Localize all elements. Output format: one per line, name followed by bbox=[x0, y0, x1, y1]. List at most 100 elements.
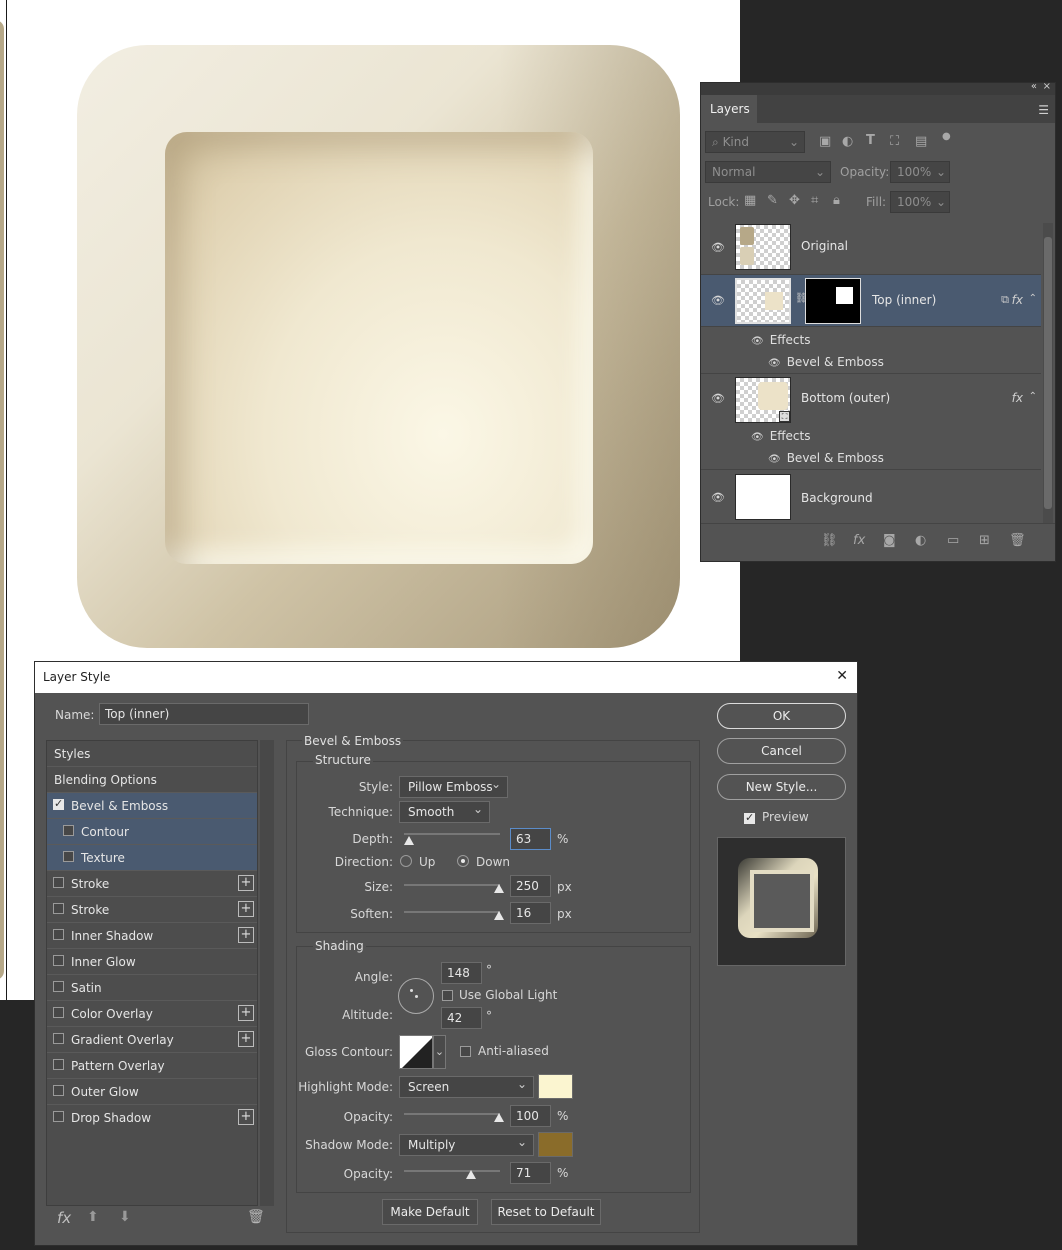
filter-pixel-icon[interactable]: ▣ bbox=[819, 134, 831, 149]
bevel-emboss-checkbox[interactable] bbox=[53, 797, 64, 810]
effects-row[interactable]: 👁︎ Effects bbox=[751, 429, 811, 443]
move-up-icon[interactable]: ⬆ bbox=[87, 1209, 99, 1225]
filter-shape-icon[interactable]: ⛶ bbox=[890, 134, 899, 149]
stroke-item[interactable]: Stroke + bbox=[47, 897, 257, 923]
depth-input[interactable]: 63 bbox=[510, 828, 551, 850]
trash-icon[interactable]: 🗑︎ bbox=[247, 1209, 265, 1225]
altitude-input[interactable]: 42 bbox=[441, 1007, 482, 1029]
inner-glow-item[interactable]: Inner Glow bbox=[47, 949, 257, 975]
chevron-down-icon[interactable]: ⌄ bbox=[433, 1035, 446, 1069]
close-icon[interactable]: ✕ bbox=[836, 668, 848, 684]
styles-list-scrollbar[interactable] bbox=[260, 740, 274, 1206]
stroke-item[interactable]: Stroke + bbox=[47, 871, 257, 897]
visibility-eye-icon[interactable]: 👁︎ bbox=[751, 432, 764, 443]
gloss-contour-picker[interactable] bbox=[399, 1035, 433, 1069]
satin-checkbox[interactable] bbox=[53, 981, 64, 992]
fill-input[interactable]: 100% ⌄ bbox=[890, 191, 950, 213]
highlight-mode-select[interactable]: Screen bbox=[399, 1076, 534, 1098]
add-gradient-overlay-button[interactable]: + bbox=[238, 1031, 254, 1047]
styles-header[interactable]: Styles bbox=[47, 741, 257, 767]
reset-to-default-button[interactable]: Reset to Default bbox=[491, 1199, 601, 1225]
effects-row[interactable]: 👁︎ Effects bbox=[751, 333, 811, 347]
technique-select[interactable]: Smooth bbox=[399, 801, 490, 823]
fx-icon[interactable]: fx bbox=[1012, 391, 1023, 405]
pattern-overlay-checkbox[interactable] bbox=[53, 1059, 64, 1070]
soften-slider[interactable] bbox=[404, 911, 500, 913]
add-mask-icon[interactable]: ◙ bbox=[883, 533, 896, 548]
outer-glow-item[interactable]: Outer Glow bbox=[47, 1079, 257, 1105]
make-default-button[interactable]: Make Default bbox=[382, 1199, 478, 1225]
effect-row[interactable]: 👁︎ Bevel & Emboss bbox=[768, 355, 884, 369]
anti-aliased-checkbox[interactable] bbox=[460, 1046, 471, 1057]
lock-transparent-icon[interactable]: ▦ bbox=[744, 193, 756, 208]
lock-brush-icon[interactable]: ✎ bbox=[767, 193, 778, 208]
adjustment-layer-icon[interactable]: ◐ bbox=[915, 533, 926, 548]
name-field[interactable]: Top (inner) bbox=[99, 703, 309, 725]
contour-checkbox[interactable] bbox=[63, 825, 74, 836]
layer-mask-thumbnail[interactable] bbox=[805, 278, 861, 324]
bevel-emboss-item[interactable]: Bevel & Emboss bbox=[47, 793, 257, 819]
stroke-checkbox[interactable] bbox=[53, 877, 64, 888]
add-stroke-button[interactable]: + bbox=[238, 901, 254, 917]
style-select[interactable]: Pillow Emboss bbox=[399, 776, 508, 798]
preview-checkbox[interactable] bbox=[744, 811, 755, 824]
inner-shadow-item[interactable]: Inner Shadow + bbox=[47, 923, 257, 949]
panel-menu-icon[interactable]: ☰ bbox=[1038, 103, 1049, 117]
shadow-opacity-knob[interactable] bbox=[466, 1170, 476, 1179]
direction-down-radio[interactable] bbox=[457, 855, 469, 867]
soften-slider-knob[interactable] bbox=[494, 911, 504, 920]
new-style-button[interactable]: New Style... bbox=[717, 774, 846, 800]
link-layers-icon[interactable]: ⛓ bbox=[821, 533, 838, 548]
texture-checkbox[interactable] bbox=[63, 851, 74, 862]
pattern-overlay-item[interactable]: Pattern Overlay bbox=[47, 1053, 257, 1079]
layers-scrollbar[interactable] bbox=[1043, 223, 1053, 523]
lock-artboard-icon[interactable]: ⌗ bbox=[811, 193, 818, 208]
filter-type-icon[interactable]: T bbox=[866, 133, 875, 148]
collapse-effects-icon[interactable]: ⌃ bbox=[1029, 391, 1037, 402]
depth-slider-knob[interactable] bbox=[404, 836, 414, 845]
opacity-input[interactable]: 100% ⌄ bbox=[890, 161, 950, 183]
visibility-eye-icon[interactable]: 👁︎ bbox=[711, 241, 725, 254]
new-group-icon[interactable]: ▭ bbox=[947, 533, 959, 548]
highlight-opacity-input[interactable]: 100 bbox=[510, 1105, 551, 1127]
stroke-checkbox[interactable] bbox=[53, 903, 64, 914]
visibility-eye-icon[interactable]: 👁︎ bbox=[768, 454, 781, 465]
filter-smartobject-icon[interactable]: ▤ bbox=[915, 134, 927, 149]
angle-input[interactable]: 148 bbox=[441, 962, 482, 984]
satin-item[interactable]: Satin bbox=[47, 975, 257, 1001]
effect-row[interactable]: 👁︎ Bevel & Emboss bbox=[768, 451, 884, 465]
tab-layers[interactable]: Layers bbox=[701, 95, 757, 123]
visibility-eye-icon[interactable]: 👁︎ bbox=[711, 392, 725, 405]
soften-input[interactable]: 16 bbox=[510, 902, 551, 924]
layer-row-selected[interactable]: 👁︎ ⛓ Top (inner) ⧉ fx ⌃ bbox=[701, 275, 1041, 327]
layer-row[interactable]: 👁︎ Background bbox=[701, 471, 1041, 525]
depth-slider[interactable] bbox=[404, 833, 500, 835]
shadow-opacity-input[interactable]: 71 bbox=[510, 1162, 551, 1184]
fx-icon[interactable]: fx bbox=[1012, 293, 1023, 307]
size-slider[interactable] bbox=[404, 884, 500, 886]
gradient-overlay-item[interactable]: Gradient Overlay + bbox=[47, 1027, 257, 1053]
shadow-mode-select[interactable]: Multiply bbox=[399, 1134, 534, 1156]
layer-row[interactable]: 👁︎ Original bbox=[701, 221, 1041, 275]
filter-adjustment-icon[interactable]: ◐ bbox=[842, 134, 853, 149]
ok-button[interactable]: OK bbox=[717, 703, 846, 729]
highlight-color-swatch[interactable] bbox=[538, 1074, 573, 1099]
visibility-eye-icon[interactable]: 👁︎ bbox=[711, 294, 725, 307]
highlight-opacity-knob[interactable] bbox=[494, 1113, 504, 1122]
inner-shadow-checkbox[interactable] bbox=[53, 929, 64, 940]
gradient-overlay-checkbox[interactable] bbox=[53, 1033, 64, 1044]
blend-mode-select[interactable]: Normal ⌄ bbox=[705, 161, 831, 183]
visibility-eye-icon[interactable]: 👁︎ bbox=[751, 336, 764, 347]
move-down-icon[interactable]: ⬇ bbox=[119, 1209, 131, 1225]
kind-filter-select[interactable]: ⌕ Kind ⌄ bbox=[705, 131, 805, 153]
new-layer-icon[interactable]: ⊞ bbox=[979, 533, 990, 548]
size-slider-knob[interactable] bbox=[494, 884, 504, 893]
visibility-eye-icon[interactable]: 👁︎ bbox=[768, 358, 781, 369]
drop-shadow-item[interactable]: Drop Shadow + bbox=[47, 1105, 257, 1131]
fx-menu-icon[interactable]: fx bbox=[57, 1209, 71, 1227]
add-color-overlay-button[interactable]: + bbox=[238, 1005, 254, 1021]
angle-dial[interactable] bbox=[398, 978, 434, 1014]
add-style-icon[interactable]: fx bbox=[853, 533, 865, 548]
color-overlay-checkbox[interactable] bbox=[53, 1007, 64, 1018]
layer-row[interactable]: 👁︎ ⛶ Bottom (outer) fx ⌃ bbox=[701, 375, 1041, 425]
